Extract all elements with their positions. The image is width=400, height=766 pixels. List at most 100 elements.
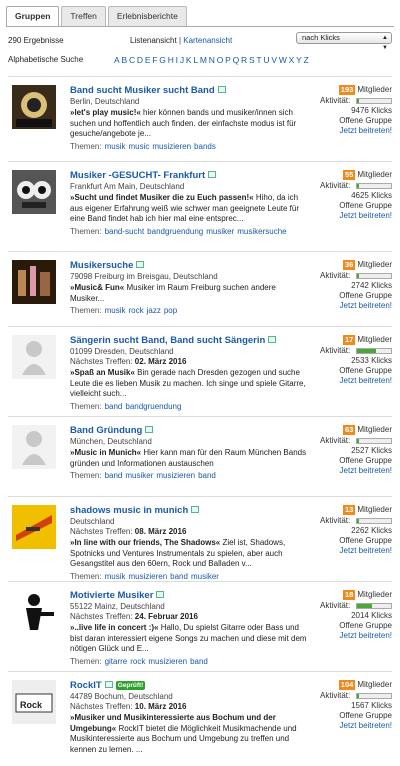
group-title-link[interactable]: Sängerin sucht Band, Band sucht Sängerin: [70, 335, 265, 346]
map-view-link[interactable]: Kartenansicht: [183, 36, 232, 45]
tab-treffen[interactable]: Treffen: [61, 6, 106, 26]
theme-tag[interactable]: musizieren: [152, 142, 191, 151]
theme-tag[interactable]: pop: [164, 306, 177, 315]
theme-tag[interactable]: band: [105, 471, 123, 480]
member-label: Mitglieder: [357, 505, 392, 514]
letter-link-a[interactable]: A: [114, 55, 120, 65]
tab-erlebnisberichte[interactable]: Erlebnisberichte: [107, 6, 187, 26]
theme-tag[interactable]: musizieren: [156, 471, 195, 480]
letter-link-h[interactable]: H: [168, 55, 174, 65]
join-link[interactable]: Jetzt beitreten!: [320, 376, 392, 386]
theme-tag[interactable]: musik: [105, 306, 126, 315]
theme-tag[interactable]: musiker: [206, 227, 234, 236]
group-status: Offene Gruppe: [339, 711, 392, 720]
theme-tag[interactable]: musiker: [191, 572, 219, 581]
letter-link-k[interactable]: K: [186, 55, 192, 65]
theme-tag[interactable]: music: [128, 142, 149, 151]
letter-link-e[interactable]: E: [145, 55, 151, 65]
theme-tag[interactable]: band: [170, 572, 188, 581]
letter-link-f[interactable]: F: [152, 55, 157, 65]
group-title-link[interactable]: RockIT: [70, 680, 102, 691]
theme-tag[interactable]: rock: [130, 657, 145, 666]
next-meeting: Nächstes Treffen: 08. März 2016: [70, 527, 312, 537]
theme-tag[interactable]: band: [198, 471, 216, 480]
theme-tag[interactable]: musik: [105, 572, 126, 581]
letter-link-u[interactable]: U: [263, 55, 269, 65]
theme-tag[interactable]: musiker: [125, 471, 153, 480]
click-count: 2742 Klicks: [351, 281, 392, 290]
next-meeting: Nächstes Treffen: 10. März 2016: [70, 702, 312, 712]
activity-label: Aktivität:: [320, 271, 351, 280]
group-title-row: Musikersuche: [70, 260, 312, 272]
sort-select[interactable]: nach Klicks ▲ ▼: [296, 32, 392, 51]
letter-link-g[interactable]: G: [159, 55, 166, 65]
group-description: »..live life in concert :)« Hallo, Du sp…: [70, 623, 312, 655]
theme-tag[interactable]: bands: [194, 142, 216, 151]
letter-link-j[interactable]: J: [180, 55, 184, 65]
theme-tag[interactable]: bandgruendung: [125, 402, 181, 411]
join-link[interactable]: Jetzt beitreten!: [320, 466, 392, 476]
default-group-icon[interactable]: [12, 425, 56, 469]
theme-tag[interactable]: rock: [128, 306, 143, 315]
member-count: 63: [342, 425, 356, 435]
image-icon: [208, 171, 217, 178]
letter-link-z[interactable]: Z: [304, 55, 309, 65]
group-location: 01099 Dresden, Deutschland: [70, 347, 174, 356]
join-link[interactable]: Jetzt beitreten!: [320, 546, 392, 556]
group-title-link[interactable]: Musiker -GESUCHT- Frankfurt: [70, 170, 205, 181]
band-photo-icon[interactable]: [12, 85, 56, 129]
guitarist-photo-icon[interactable]: [12, 590, 56, 634]
tab-gruppen[interactable]: Gruppen: [6, 6, 60, 27]
theme-tag[interactable]: musizieren: [128, 572, 167, 581]
theme-tag[interactable]: bandgruendung: [147, 227, 203, 236]
group-location: 79098 Freiburg im Breisgau, Deutschland: [70, 272, 218, 281]
theme-tag[interactable]: band: [105, 402, 123, 411]
join-link[interactable]: Jetzt beitreten!: [320, 211, 392, 221]
letter-link-o[interactable]: O: [217, 55, 224, 65]
letter-link-w[interactable]: W: [279, 55, 287, 65]
shadows-photo-icon[interactable]: [12, 505, 56, 549]
group-title-link[interactable]: shadows music in munich: [70, 505, 188, 516]
group-title-link[interactable]: Band Gründung: [70, 425, 142, 436]
letter-link-s[interactable]: S: [249, 55, 255, 65]
activity-row: Aktivität:: [320, 96, 392, 106]
next-meeting-date: 10. März 2016: [134, 702, 187, 711]
letter-link-b[interactable]: B: [121, 55, 127, 65]
theme-tag[interactable]: jazz: [147, 306, 161, 315]
activity-fill: [357, 274, 359, 278]
theme-tag[interactable]: musikersuche: [237, 227, 286, 236]
default-group-icon[interactable]: [12, 335, 56, 379]
instruments-photo-icon[interactable]: [12, 260, 56, 304]
letter-link-d[interactable]: D: [137, 55, 143, 65]
mask-photo-icon[interactable]: [12, 170, 56, 214]
join-link[interactable]: Jetzt beitreten!: [320, 631, 392, 641]
letter-link-m[interactable]: M: [200, 55, 207, 65]
group-title-link[interactable]: Musikersuche: [70, 260, 133, 271]
letter-link-r[interactable]: R: [241, 55, 247, 65]
theme-tag[interactable]: band: [190, 657, 208, 666]
theme-tag[interactable]: gitarre: [105, 657, 128, 666]
theme-tag[interactable]: musik: [105, 142, 126, 151]
member-row: 18 Mitglieder: [320, 590, 392, 601]
join-link[interactable]: Jetzt beitreten!: [320, 721, 392, 731]
letter-link-p[interactable]: P: [225, 55, 231, 65]
letter-link-q[interactable]: Q: [233, 55, 240, 65]
letter-link-l[interactable]: L: [193, 55, 198, 65]
letter-link-x[interactable]: X: [289, 55, 295, 65]
group-title-link[interactable]: Band sucht Musiker sucht Band: [70, 85, 215, 96]
letter-link-v[interactable]: V: [271, 55, 277, 65]
group-title-row: Band sucht Musiker sucht Band: [70, 85, 312, 97]
group-stats: 193 Mitglieder Aktivität: 9476 Klicks Off…: [320, 85, 392, 136]
join-link[interactable]: Jetzt beitreten!: [320, 126, 392, 136]
letter-link-i[interactable]: I: [176, 55, 178, 65]
theme-tag[interactable]: musizieren: [148, 657, 187, 666]
letter-link-t[interactable]: T: [256, 55, 261, 65]
letter-link-c[interactable]: C: [129, 55, 135, 65]
join-link[interactable]: Jetzt beitreten!: [320, 301, 392, 311]
rockit-logo-icon[interactable]: Rock: [12, 680, 56, 724]
letter-link-y[interactable]: Y: [296, 55, 302, 65]
activity-bar: [356, 438, 392, 444]
group-title-link[interactable]: Motivierte Musiker: [70, 590, 153, 601]
letter-link-n[interactable]: N: [209, 55, 215, 65]
theme-tag[interactable]: band-sucht: [105, 227, 145, 236]
